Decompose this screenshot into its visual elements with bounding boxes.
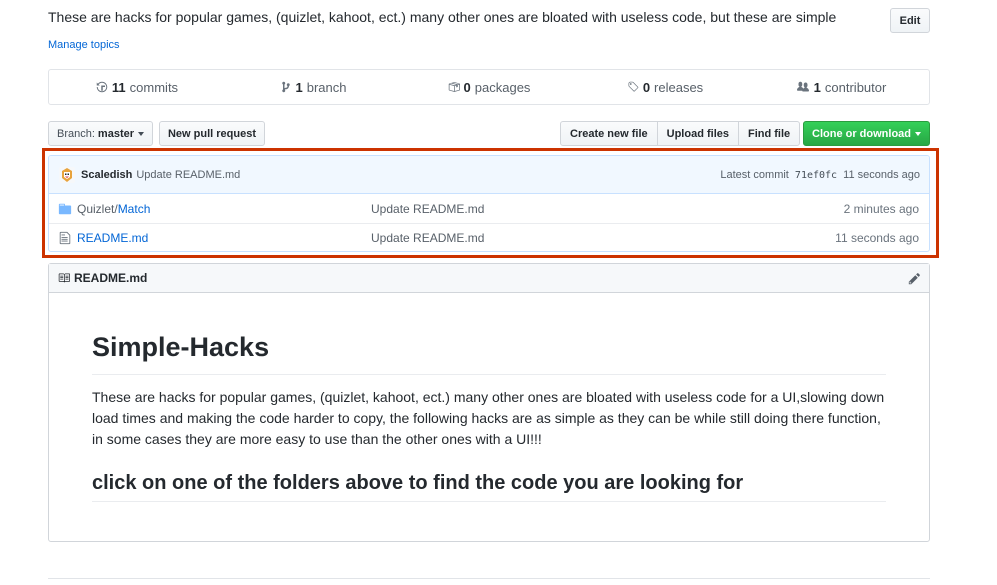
upload-files-button[interactable]: Upload files bbox=[656, 121, 739, 146]
repo-summary-bar: 11 commits 1 branch 0 packages 0 release… bbox=[48, 69, 930, 105]
commits-link[interactable]: 11 commits bbox=[49, 80, 225, 95]
branch-label: branch bbox=[306, 79, 347, 95]
create-new-file-button[interactable]: Create new file bbox=[560, 121, 658, 146]
contributor-count: 1 bbox=[813, 79, 821, 95]
contributors-link[interactable]: 1 contributor bbox=[753, 80, 929, 95]
new-pull-request-button[interactable]: New pull request bbox=[159, 121, 265, 146]
readme-title: Simple-Hacks bbox=[92, 331, 886, 376]
branch-name: master bbox=[97, 127, 134, 140]
readme-header: README.md bbox=[49, 264, 929, 293]
book-icon bbox=[58, 273, 70, 283]
tag-icon bbox=[628, 81, 639, 92]
git-branch-icon bbox=[281, 81, 290, 93]
edit-description-button[interactable]: Edit bbox=[890, 8, 930, 33]
chevron-down-icon bbox=[915, 131, 921, 136]
releases-label: releases bbox=[654, 79, 704, 95]
commits-count: 11 bbox=[111, 79, 126, 95]
manage-topics-link[interactable]: Manage topics bbox=[48, 39, 120, 51]
packages-count: 0 bbox=[463, 79, 471, 95]
history-icon bbox=[96, 81, 108, 93]
people-icon bbox=[796, 81, 809, 92]
branch-prefix: Branch: bbox=[57, 127, 95, 140]
readme-filename: README.md bbox=[74, 271, 148, 285]
find-file-button[interactable]: Find file bbox=[737, 121, 801, 146]
readme-content: Simple-Hacks These are hacks for popular… bbox=[49, 331, 929, 503]
packages-link[interactable]: 0 packages bbox=[401, 80, 577, 95]
highlight-box bbox=[42, 148, 939, 258]
branch-count: 1 bbox=[295, 79, 303, 95]
package-icon bbox=[448, 82, 460, 92]
commits-label: commits bbox=[129, 79, 179, 95]
clone-label: Clone or download bbox=[812, 127, 911, 140]
chevron-down-icon bbox=[138, 131, 144, 136]
readme-paragraph: These are hacks for popular games, (quiz… bbox=[92, 389, 885, 448]
packages-label: packages bbox=[474, 79, 531, 95]
branch-link[interactable]: 1 branch bbox=[225, 80, 401, 95]
readme-subheading: click on one of the folders above to fin… bbox=[92, 472, 886, 503]
file-actions-group: Create new file Upload files Find file bbox=[560, 121, 801, 146]
branch-select-button[interactable]: Branch: master bbox=[48, 121, 153, 146]
pencil-icon[interactable] bbox=[908, 272, 921, 285]
readme-panel: README.md Simple-Hacks These are hacks f… bbox=[48, 263, 930, 542]
releases-count: 0 bbox=[642, 79, 651, 95]
repo-description: These are hacks for popular games, (quiz… bbox=[48, 9, 837, 25]
contributor-label: contributor bbox=[824, 79, 887, 95]
footer-divider bbox=[48, 578, 930, 579]
clone-or-download-button[interactable]: Clone or download bbox=[803, 121, 930, 146]
releases-link[interactable]: 0 releases bbox=[577, 80, 753, 95]
